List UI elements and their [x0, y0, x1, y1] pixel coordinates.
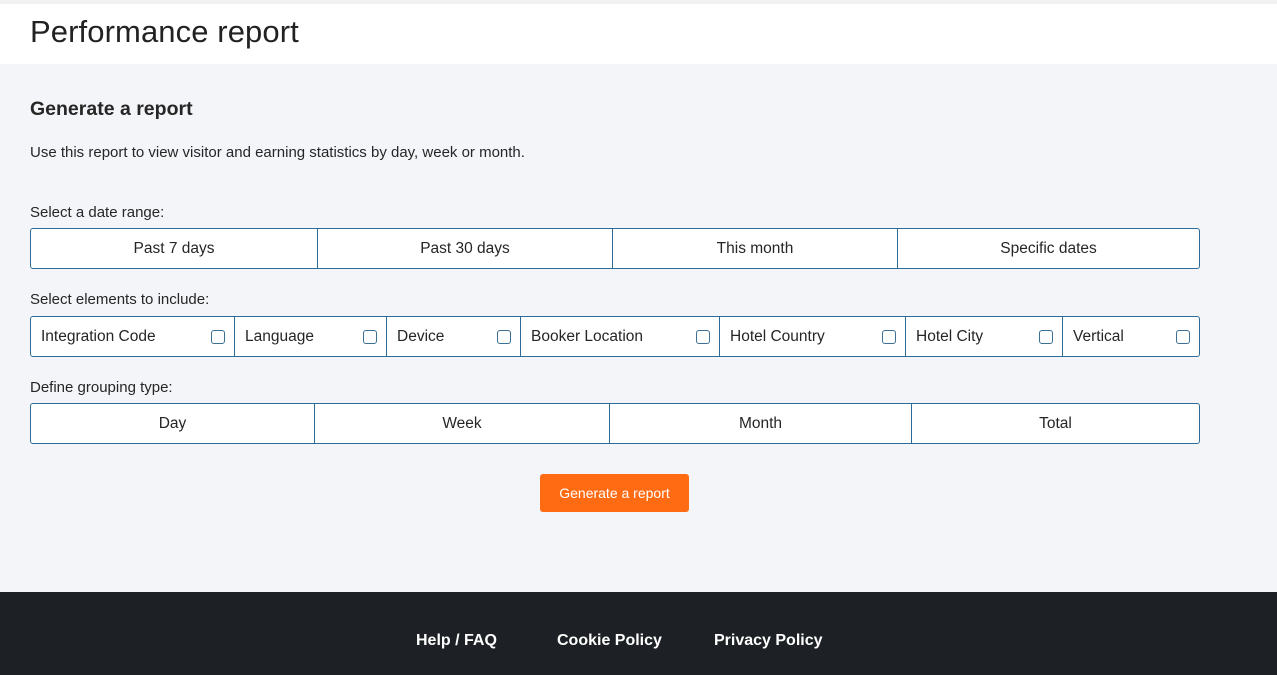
element-device[interactable]: Device	[387, 317, 521, 356]
element-language[interactable]: Language	[235, 317, 387, 356]
hotel-city-checkbox[interactable]	[1039, 329, 1053, 344]
report-form: Generate a report Use this report to vie…	[0, 64, 1277, 592]
element-label: Language	[245, 327, 314, 345]
footer-link-cookie-policy[interactable]: Cookie Policy	[557, 632, 662, 650]
elements-label: Select elements to include:	[30, 291, 210, 308]
integration-code-checkbox[interactable]	[211, 329, 225, 344]
grouping-option-total[interactable]: Total	[912, 404, 1199, 443]
elements-selector: Integration Code Language Device Booker …	[30, 316, 1200, 357]
element-vertical[interactable]: Vertical	[1063, 317, 1199, 356]
grouping-option-day[interactable]: Day	[31, 404, 315, 443]
date-range-selector: Past 7 days Past 30 days This month Spec…	[30, 228, 1200, 269]
vertical-checkbox[interactable]	[1176, 329, 1190, 344]
device-checkbox[interactable]	[497, 329, 511, 344]
section-title: Generate a report	[30, 98, 193, 120]
element-booker-location[interactable]: Booker Location	[521, 317, 720, 356]
element-label: Integration Code	[41, 327, 156, 345]
element-label: Hotel Country	[730, 327, 825, 345]
report-description: Use this report to view visitor and earn…	[30, 144, 525, 161]
element-integration-code[interactable]: Integration Code	[31, 317, 235, 356]
grouping-selector: Day Week Month Total	[30, 403, 1200, 444]
date-option-this-month[interactable]: This month	[613, 229, 898, 268]
element-label: Vertical	[1073, 327, 1124, 345]
hotel-country-checkbox[interactable]	[882, 329, 896, 344]
grouping-label: Define grouping type:	[30, 379, 173, 396]
element-label: Hotel City	[916, 327, 984, 345]
element-hotel-country[interactable]: Hotel Country	[720, 317, 906, 356]
grouping-option-week[interactable]: Week	[315, 404, 610, 443]
element-label: Booker Location	[531, 327, 644, 345]
footer: Help / FAQ Cookie Policy Privacy Policy	[0, 592, 1277, 675]
generate-report-button[interactable]: Generate a report	[540, 474, 689, 512]
date-option-past-7-days[interactable]: Past 7 days	[31, 229, 318, 268]
page-title: Performance report	[30, 14, 299, 49]
language-checkbox[interactable]	[363, 329, 377, 344]
element-label: Device	[397, 327, 445, 345]
date-range-label: Select a date range:	[30, 204, 165, 221]
footer-link-privacy-policy[interactable]: Privacy Policy	[714, 632, 823, 650]
date-option-specific-dates[interactable]: Specific dates	[898, 229, 1199, 268]
element-hotel-city[interactable]: Hotel City	[906, 317, 1063, 356]
page-header: Performance report	[0, 4, 1277, 64]
footer-link-help-faq[interactable]: Help / FAQ	[416, 632, 497, 650]
grouping-option-month[interactable]: Month	[610, 404, 912, 443]
date-option-past-30-days[interactable]: Past 30 days	[318, 229, 613, 268]
booker-location-checkbox[interactable]	[696, 329, 710, 344]
